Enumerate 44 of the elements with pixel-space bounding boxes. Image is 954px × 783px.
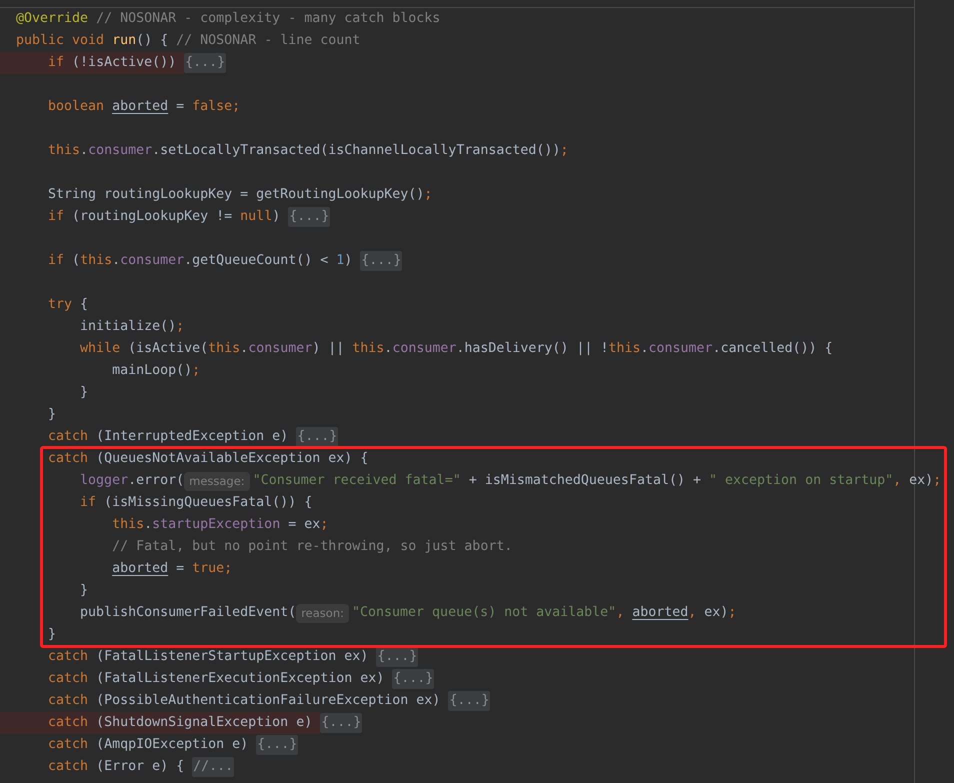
code-text: "Consumer queue(s) not available", aborted, ex); (352, 604, 736, 622)
code-text: if (!isActive()) (47, 54, 178, 72)
code-text: catch (ShutdownSignalException e) (47, 714, 314, 732)
code-text: try { (47, 296, 88, 314)
parameter-hint: message: (184, 472, 250, 490)
code-text: publishConsumerFailedEvent( (79, 604, 296, 622)
code-text: boolean aborted = false; (47, 98, 240, 116)
code-text: this.consumer.setLocallyTransacted(isChannelLocallyTransacted()); (47, 142, 568, 160)
folded-code[interactable]: {...} (360, 251, 402, 271)
code-text: if (this.consumer.getQueueCount() < 1) (47, 252, 354, 270)
code-text: initialize(); (79, 318, 184, 336)
code-text: catch (InterruptedException e) (47, 428, 290, 446)
code-text: } (79, 384, 88, 402)
code-text: } (47, 626, 56, 644)
folded-code[interactable]: {...} (184, 53, 226, 73)
folded-code[interactable]: {...} (296, 427, 338, 447)
folded-code[interactable]: {...} (448, 691, 490, 711)
code-text: aborted = true; (111, 560, 232, 578)
code-text: while (isActive(this.consumer) || this.consumer.hasDelivery() || !this.consumer.cancelled()) { (79, 340, 833, 358)
code-text: logger.error( (79, 472, 184, 490)
code-text: @Override // NOSONAR - complexity - many catch blocks (16, 10, 440, 28)
parameter-hint: reason: (296, 604, 349, 622)
code-text: catch (Error e) { (47, 758, 186, 776)
folded-code[interactable]: {...} (320, 713, 362, 733)
folded-code[interactable]: {...} (288, 207, 330, 227)
folded-code[interactable]: {...} (256, 735, 298, 755)
code-text: String routingLookupKey = getRoutingLookupKey(); (47, 186, 432, 204)
code-text: } (47, 406, 56, 424)
folded-code[interactable]: {...} (376, 647, 418, 667)
code-text: catch (AmqpIOException e) (47, 736, 250, 754)
folded-code[interactable]: {...} (392, 669, 434, 689)
code-text: // Fatal, but no point re-throwing, so just abort. (111, 538, 512, 556)
folded-code[interactable]: //... (192, 757, 234, 777)
code-text: "Consumer received fatal=" + isMismatchedQueuesFatal() + " exception on startup", ex); (252, 472, 942, 490)
code-text: mainLoop(); (111, 362, 200, 380)
code-text: catch (QueuesNotAvailableException ex) { (47, 450, 368, 468)
code-text: } (79, 582, 88, 600)
code-text: this.startupException = ex; (111, 516, 328, 534)
code-text: public void run() { // NOSONAR - line count (16, 32, 360, 50)
code-text: catch (FatalListenerExecutionException ex) (47, 670, 386, 688)
code-text: if (isMissingQueuesFatal()) { (79, 494, 312, 512)
code-text: if (routingLookupKey != null) (47, 208, 282, 226)
code-text: catch (FatalListenerStartupException ex) (47, 648, 370, 666)
code-text: catch (PossibleAuthenticationFailureException ex) (47, 692, 442, 710)
